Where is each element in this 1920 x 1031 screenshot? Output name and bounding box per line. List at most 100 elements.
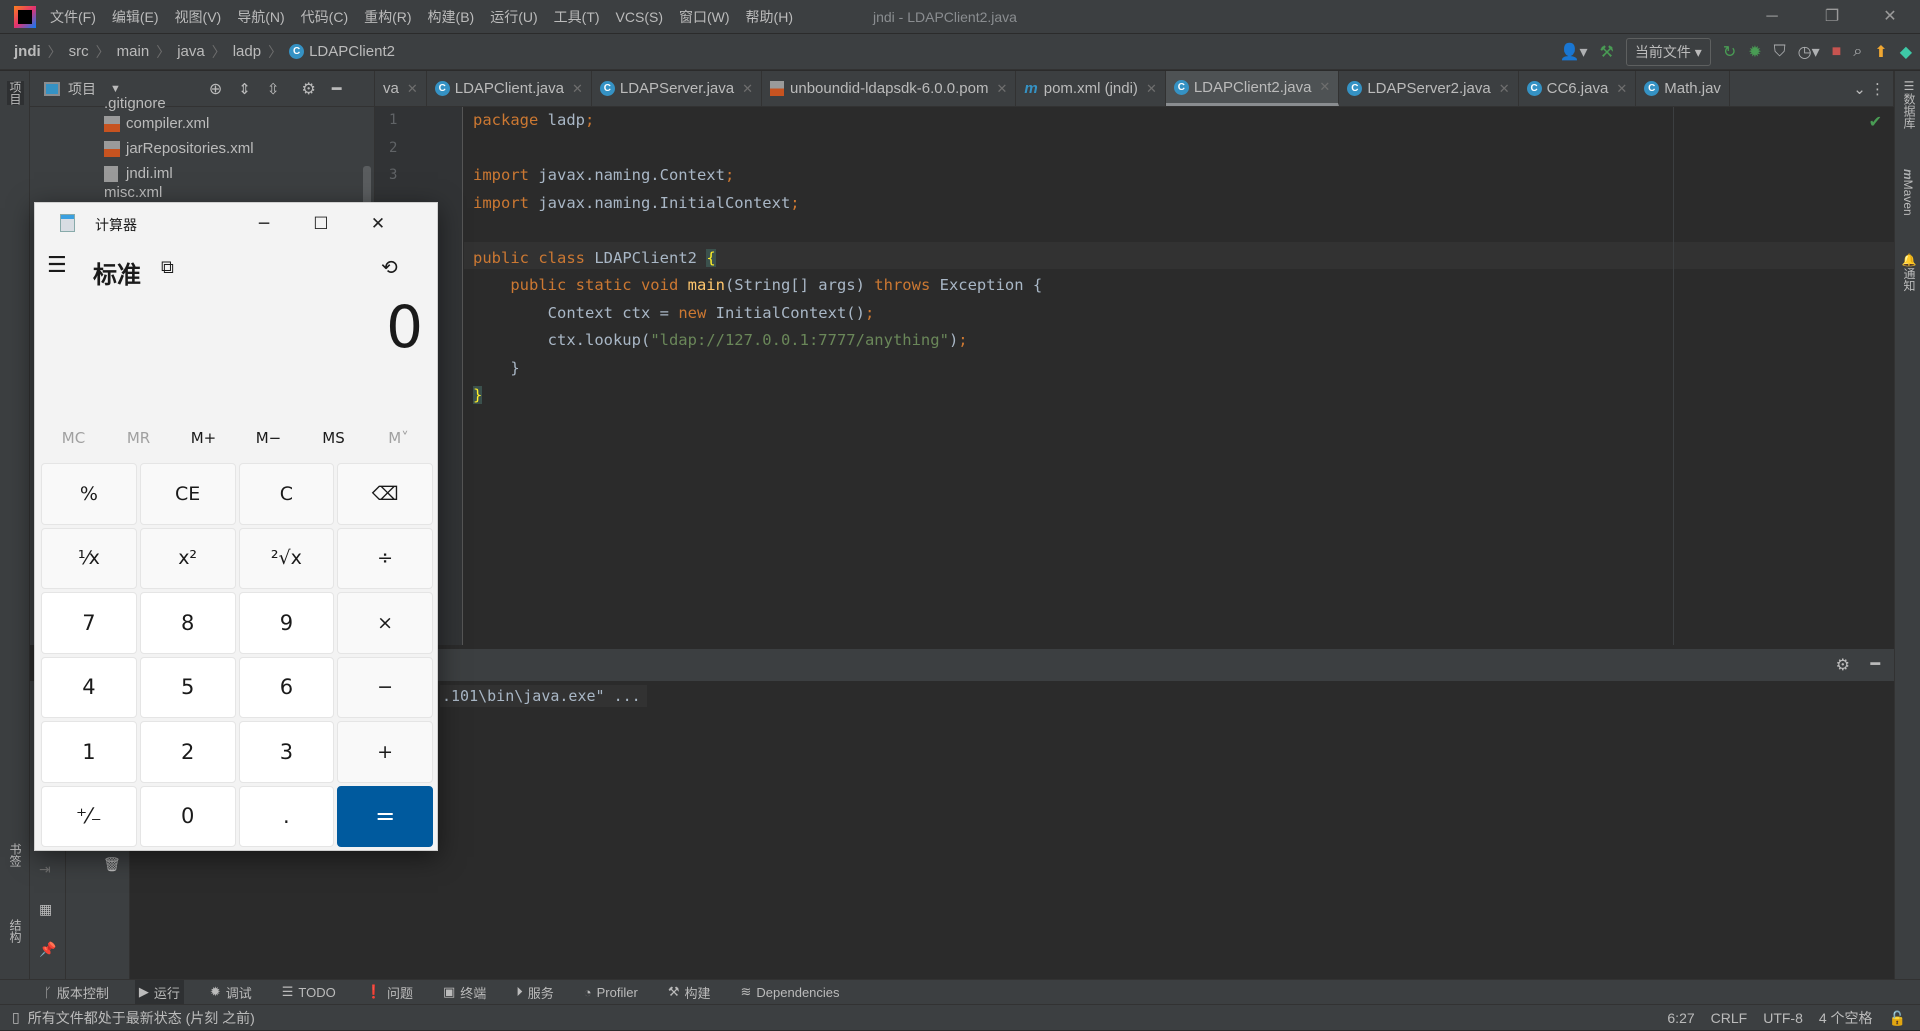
close-button[interactable]: ✕ (1870, 4, 1910, 30)
key-reciprocal-button[interactable]: ¹⁄x (41, 527, 137, 589)
structure-tool-button[interactable]: 结构 (7, 919, 24, 943)
tree-item-misc-xml[interactable]: misc.xml (104, 186, 162, 200)
no-problems-check-icon[interactable]: ✔ (1869, 112, 1882, 132)
rerun-icon[interactable]: ↻ (1723, 42, 1736, 62)
tool-todo[interactable]: ☰ TODO (278, 980, 340, 1005)
key-5-button[interactable]: 5 (139, 656, 236, 718)
key-8-button[interactable]: 8 (139, 592, 236, 654)
key-6-button[interactable]: 6 (238, 656, 335, 718)
user-icon[interactable]: 👤▾ (1560, 42, 1588, 62)
code-editor[interactable]: 123 ✔ package ladp; import javax.naming.C… (375, 107, 1894, 645)
gear-icon[interactable]: ⚙ (301, 79, 315, 99)
memory-button-m[interactable]: M˅ (369, 429, 429, 447)
debug-icon[interactable]: ✹ (1748, 42, 1761, 62)
memory-button-mplus[interactable]: M+ (174, 429, 234, 447)
menu-vcs[interactable]: VCS(S) (616, 9, 663, 25)
key-2-button[interactable]: 2 (139, 721, 236, 783)
notifications-tool-button[interactable]: 🔔通知 (1901, 253, 1918, 292)
menu-code[interactable]: 代码(C) (301, 7, 348, 27)
memory-button-ms[interactable]: MS (304, 429, 364, 447)
project-tool-button[interactable]: 项目 (7, 81, 24, 105)
close-tab-icon[interactable]: ✕ (572, 81, 583, 97)
key-square-button[interactable]: x² (139, 527, 236, 589)
menu-window[interactable]: 窗口(W) (679, 7, 730, 27)
project-scrollbar[interactable] (363, 166, 371, 206)
menu-build[interactable]: 构建(B) (428, 7, 475, 27)
menu-edit[interactable]: 编辑(E) (112, 7, 159, 27)
breadcrumb-jndi[interactable]: jndi (14, 43, 41, 60)
key-3-button[interactable]: 3 (238, 721, 335, 783)
close-tab-icon[interactable]: ✕ (407, 81, 418, 97)
key-7-button[interactable]: 7 (41, 592, 137, 654)
calc-maximize-button[interactable]: ☐ (298, 209, 344, 239)
key-add-button[interactable]: + (337, 721, 433, 783)
collapse-all-icon[interactable]: ⇳ (267, 80, 280, 98)
restore-button[interactable]: ❐ (1812, 4, 1852, 30)
tree-item-compiler-xml[interactable]: compiler.xml (104, 111, 209, 136)
key-equals-button[interactable]: = (337, 785, 433, 847)
key-decimal-button[interactable]: . (238, 785, 335, 847)
tab-ldapserver2-java[interactable]: C LDAPServer2.java ✕ (1339, 71, 1519, 106)
close-tab-icon[interactable]: ✕ (1146, 81, 1157, 97)
key-multiply-button[interactable]: × (337, 592, 433, 654)
chevron-down-icon[interactable]: ▼ (110, 83, 121, 95)
tool-services[interactable]: ⏵ 服务 (512, 980, 558, 1005)
memory-button-mminus[interactable]: M− (239, 429, 299, 447)
tool-terminal[interactable]: ▣ 终端 (439, 980, 490, 1005)
lock-icon[interactable]: 🔓 (1889, 1010, 1906, 1027)
hamburger-menu-icon[interactable]: ☰ (47, 253, 67, 278)
memory-button-mr[interactable]: MR (109, 429, 169, 447)
build-hammer-icon[interactable]: ⚒ (1600, 42, 1614, 62)
tab-unboundid-ldapsdk-6-0-0-pom[interactable]: unboundid-ldapsdk-6.0.0.pom ✕ (762, 71, 1017, 106)
key-4-button[interactable]: 4 (41, 656, 137, 718)
run-config-select[interactable]: 当前文件 ▾ (1625, 38, 1711, 66)
tool-problems[interactable]: ❗ 问题 (362, 980, 417, 1005)
tab-ldapclient-java[interactable]: C LDAPClient.java ✕ (427, 71, 592, 106)
menu-file[interactable]: 文件(F) (50, 7, 96, 27)
breadcrumb-ladp[interactable]: ladp (233, 43, 261, 60)
tool-vcs[interactable]: ᚴ 版本控制 (40, 980, 113, 1005)
tool-dependencies[interactable]: ≋ Dependencies (737, 980, 844, 1005)
locate-icon[interactable]: ⊕ (209, 79, 222, 99)
gear-icon[interactable]: ⚙ (1836, 655, 1850, 675)
line-ending[interactable]: CRLF (1711, 1010, 1748, 1026)
tool-profiler[interactable]: ◔ Profiler (580, 980, 642, 1005)
file-encoding[interactable]: UTF-8 (1763, 1010, 1803, 1026)
tab-cc6-java[interactable]: C CC6.java ✕ (1519, 71, 1637, 106)
expand-all-icon[interactable]: ⇕ (238, 80, 251, 98)
minimize-button[interactable]: ─ (1752, 4, 1792, 30)
close-tab-icon[interactable]: ✕ (1616, 81, 1627, 97)
tree-item-jarrepositories-xml[interactable]: jarRepositories.xml (104, 136, 254, 161)
profile-icon[interactable]: ◷▾ (1798, 42, 1820, 62)
tab-ldapclient2-java[interactable]: C LDAPClient2.java ✕ (1165, 71, 1340, 106)
close-tab-icon[interactable]: ✕ (742, 81, 753, 97)
menu-navigate[interactable]: 导航(N) (237, 7, 284, 27)
breadcrumb-java[interactable]: java (177, 43, 205, 60)
tree-item-gitignore[interactable]: .gitignore (104, 97, 166, 111)
key-backspace-button[interactable]: ⌫ (337, 463, 433, 525)
trash-icon[interactable]: 🗑 (103, 856, 121, 873)
tab-ldapserver-java[interactable]: C LDAPServer.java ✕ (592, 71, 763, 106)
close-tab-icon[interactable]: ✕ (1319, 79, 1330, 95)
history-icon[interactable]: ⟲ (381, 255, 398, 279)
update-icon[interactable]: ⬆ (1874, 42, 1887, 62)
key-square-root-button[interactable]: ²√x (238, 527, 335, 589)
menu-run[interactable]: 运行(U) (490, 7, 537, 27)
key-subtract-button[interactable]: − (337, 656, 433, 718)
key-clear-entry-button[interactable]: CE (139, 463, 236, 525)
close-tab-icon[interactable]: ✕ (997, 81, 1008, 97)
tool-build[interactable]: ⚒ 构建 (664, 980, 715, 1005)
key-0-button[interactable]: 0 (139, 785, 236, 847)
memory-button-mc[interactable]: MC (44, 429, 104, 447)
database-tool-button[interactable]: ☰数据库 (1901, 79, 1918, 129)
tool-debug[interactable]: ✹ 调试 (206, 980, 256, 1005)
menu-refactor[interactable]: 重构(R) (364, 7, 411, 27)
close-tab-icon[interactable]: ✕ (1499, 81, 1510, 97)
key-9-button[interactable]: 9 (238, 592, 335, 654)
keep-on-top-icon[interactable]: ⧉ (161, 257, 174, 278)
tab-math-jav[interactable]: C Math.jav (1636, 71, 1730, 106)
menu-tools[interactable]: 工具(T) (554, 7, 600, 27)
caret-position[interactable]: 6:27 (1667, 1010, 1694, 1026)
calc-close-button[interactable]: ✕ (355, 209, 401, 239)
key-divide-button[interactable]: ÷ (337, 527, 433, 589)
